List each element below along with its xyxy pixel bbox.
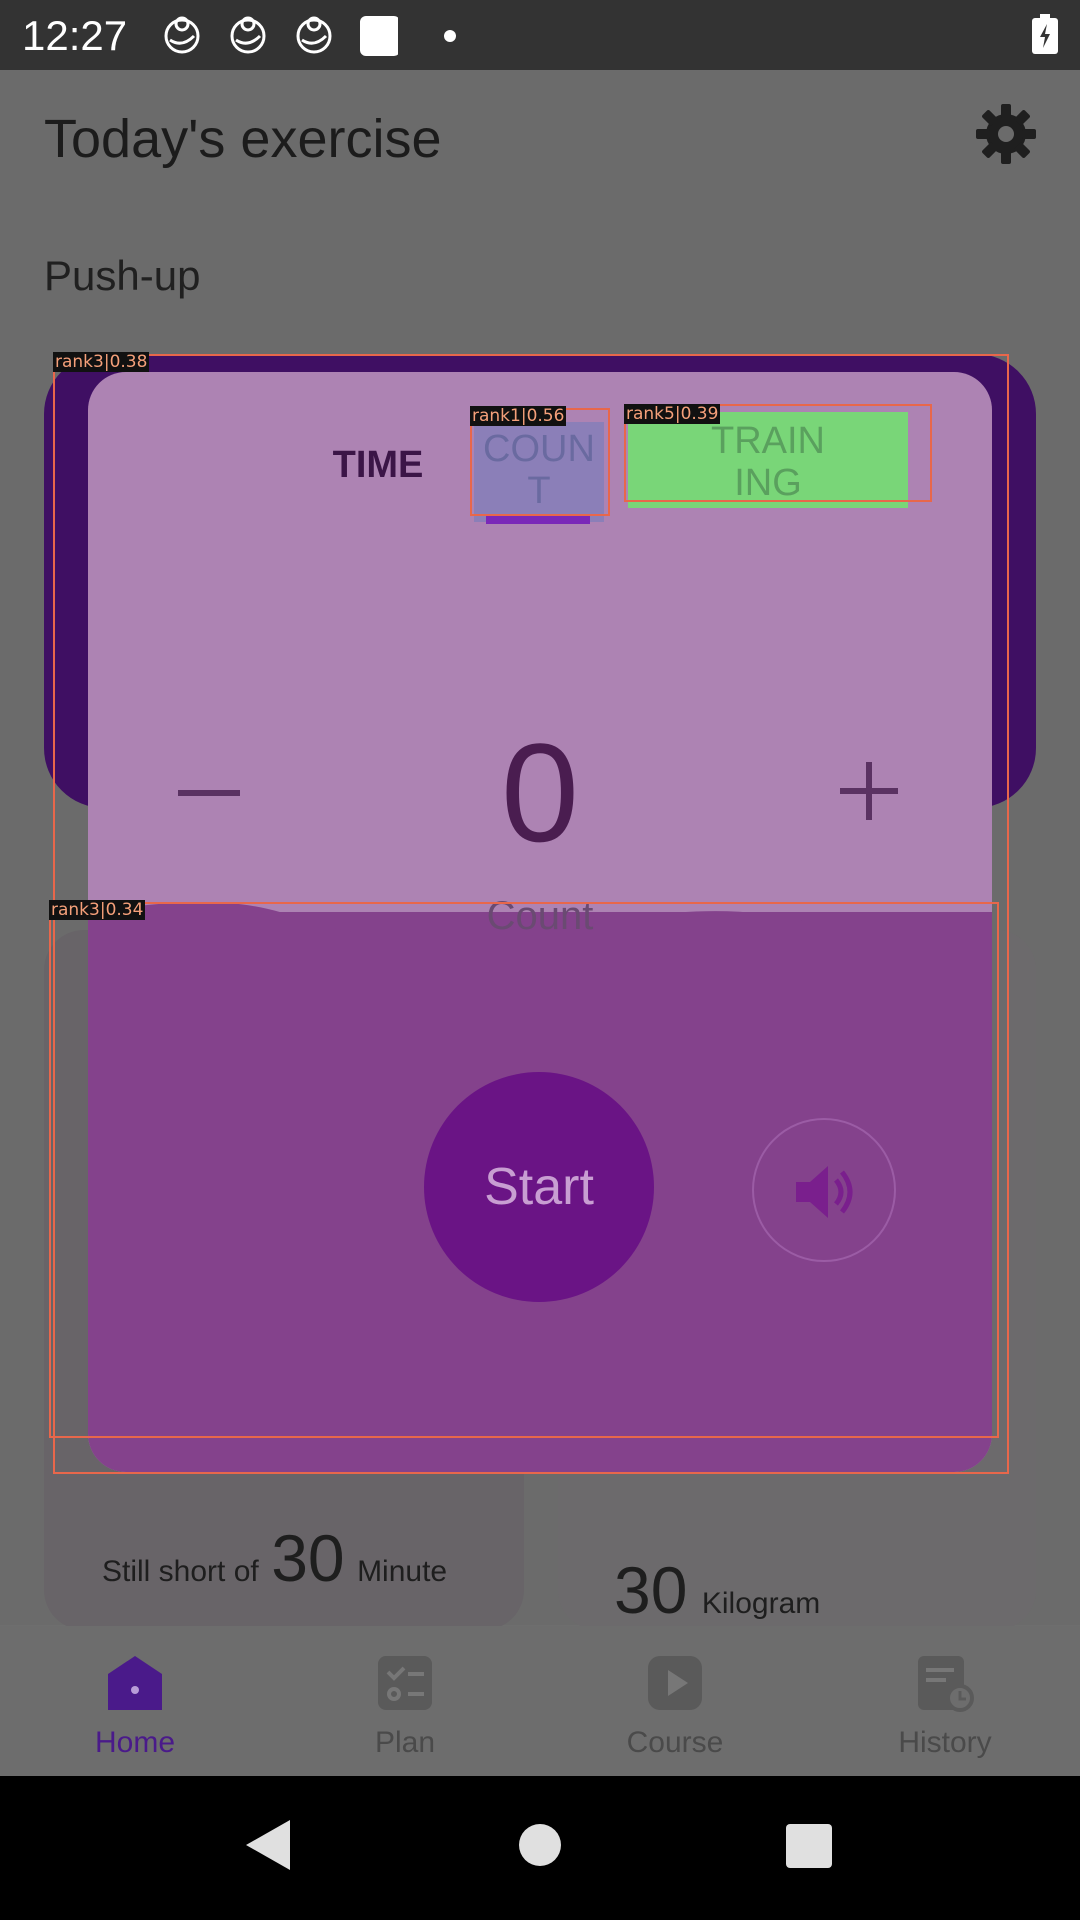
time-remaining-prefix: Still short of — [102, 1555, 259, 1588]
weight-goal-value: 30 — [614, 1553, 688, 1627]
detection-tag: rank3|0.34 — [49, 900, 146, 920]
status-bar: 12:27 — [0, 0, 1080, 70]
time-remaining-unit: Minute — [357, 1555, 448, 1588]
back-icon[interactable] — [246, 1820, 290, 1870]
weight-goal: 30 Kilogram — [614, 1552, 820, 1628]
time-remaining: Still short of 30 Minute — [102, 1520, 447, 1596]
sync-icon — [296, 16, 332, 54]
battery-charging-icon — [1032, 14, 1058, 54]
detection-tag: rank1|0.56 — [470, 406, 567, 426]
nav-item-home[interactable]: Home — [0, 1626, 270, 1776]
detection-box — [49, 902, 999, 1438]
nav-item-history[interactable]: History — [810, 1626, 1080, 1776]
recents-button[interactable] — [786, 1824, 832, 1868]
page-title: Today's exercise — [44, 109, 442, 169]
system-navigation-bar — [0, 1776, 1080, 1920]
nav-label-history: History — [898, 1726, 992, 1759]
nav-label-plan: Plan — [374, 1726, 436, 1759]
square-icon — [360, 16, 398, 56]
detection-tag: rank3|0.38 — [53, 352, 150, 372]
status-time: 12:27 — [22, 12, 128, 59]
gear-icon[interactable] — [974, 102, 1038, 166]
time-remaining-value: 30 — [271, 1521, 345, 1595]
nav-label-home: Home — [94, 1726, 176, 1759]
play-icon — [648, 1656, 702, 1710]
nav-label-course: Course — [626, 1726, 724, 1759]
sync-icon — [230, 16, 266, 54]
bottom-navigation: Home Plan Course History — [0, 1626, 1080, 1776]
detection-tag: rank5|0.39 — [624, 404, 721, 424]
checklist-icon — [378, 1656, 432, 1710]
nav-item-course[interactable]: Course — [540, 1626, 810, 1776]
history-icon — [918, 1656, 974, 1712]
dot-icon — [444, 30, 456, 42]
weight-goal-unit: Kilogram — [701, 1587, 821, 1620]
sync-icon — [164, 16, 200, 54]
home-icon — [108, 1656, 162, 1710]
exercise-name: Push-up — [44, 252, 201, 299]
nav-item-plan[interactable]: Plan — [270, 1626, 540, 1776]
home-button[interactable] — [519, 1824, 561, 1866]
